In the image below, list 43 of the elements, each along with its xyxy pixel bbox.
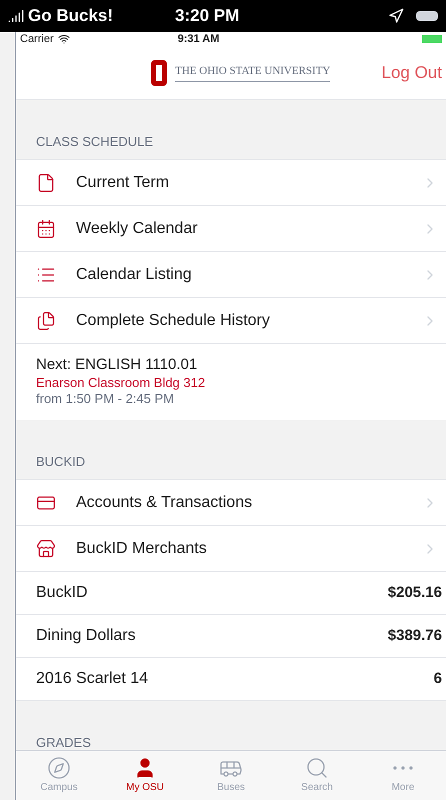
list-item[interactable]: Accounts & Transactions <box>16 480 446 526</box>
calendar-icon <box>36 218 56 238</box>
battery-icon <box>416 11 438 21</box>
compass-icon <box>47 756 71 780</box>
list-item[interactable]: Calendar Listing <box>16 252 446 298</box>
document-icon <box>36 172 56 192</box>
list-item[interactable]: Complete Schedule History <box>16 298 446 344</box>
block-o-logo-icon <box>151 60 168 86</box>
documents-icon <box>36 310 56 330</box>
item-label: Complete Schedule History <box>76 310 271 330</box>
item-label: Accounts & Transactions <box>76 492 254 512</box>
os-time: 3:20 PM <box>175 5 240 28</box>
battery-icon <box>422 35 442 43</box>
list-item[interactable]: Current Term <box>16 160 446 206</box>
item-label: Current Term <box>76 172 170 192</box>
location-icon <box>388 8 404 24</box>
balance-label: 2016 Scarlet 14 <box>36 669 150 689</box>
item-label: Calendar Listing <box>76 264 193 284</box>
more-icon <box>393 766 413 770</box>
balance-value: $205.16 <box>388 582 442 603</box>
app-time: 9:31 AM <box>178 32 220 47</box>
section-header: GRADES <box>36 734 91 750</box>
section-header: CLASS SCHEDULE <box>36 132 154 150</box>
tab[interactable]: My OSU <box>102 751 188 800</box>
item-label: Weekly Calendar <box>76 218 199 238</box>
balance-label: BuckID <box>36 583 89 603</box>
search-icon <box>305 756 329 780</box>
store-icon <box>36 538 56 558</box>
balance-value: 6 <box>434 668 442 689</box>
signal-icon <box>8 8 24 24</box>
log-out-button[interactable]: Log Out <box>382 60 442 86</box>
list-item[interactable]: BuckID Merchants <box>16 526 446 572</box>
class-location: Enarson Classroom Bldg 312 <box>36 375 206 392</box>
balance-label: Dining Dollars <box>36 626 137 646</box>
university-wordmark: THE OHIO STATE UNIVERSITY <box>175 62 330 82</box>
app-carrier: Carrier <box>20 32 54 47</box>
list-item[interactable]: Weekly Calendar <box>16 206 446 252</box>
item-label: BuckID Merchants <box>76 538 208 558</box>
next-class-title: Next: ENGLISH 1110.01 <box>36 356 198 376</box>
balance-value: $389.76 <box>388 626 442 646</box>
os-carrier: Go Bucks! <box>28 5 114 28</box>
section-header: BUCKID <box>36 452 86 470</box>
class-time: from 1:50 PM - 2:45 PM <box>36 391 175 408</box>
